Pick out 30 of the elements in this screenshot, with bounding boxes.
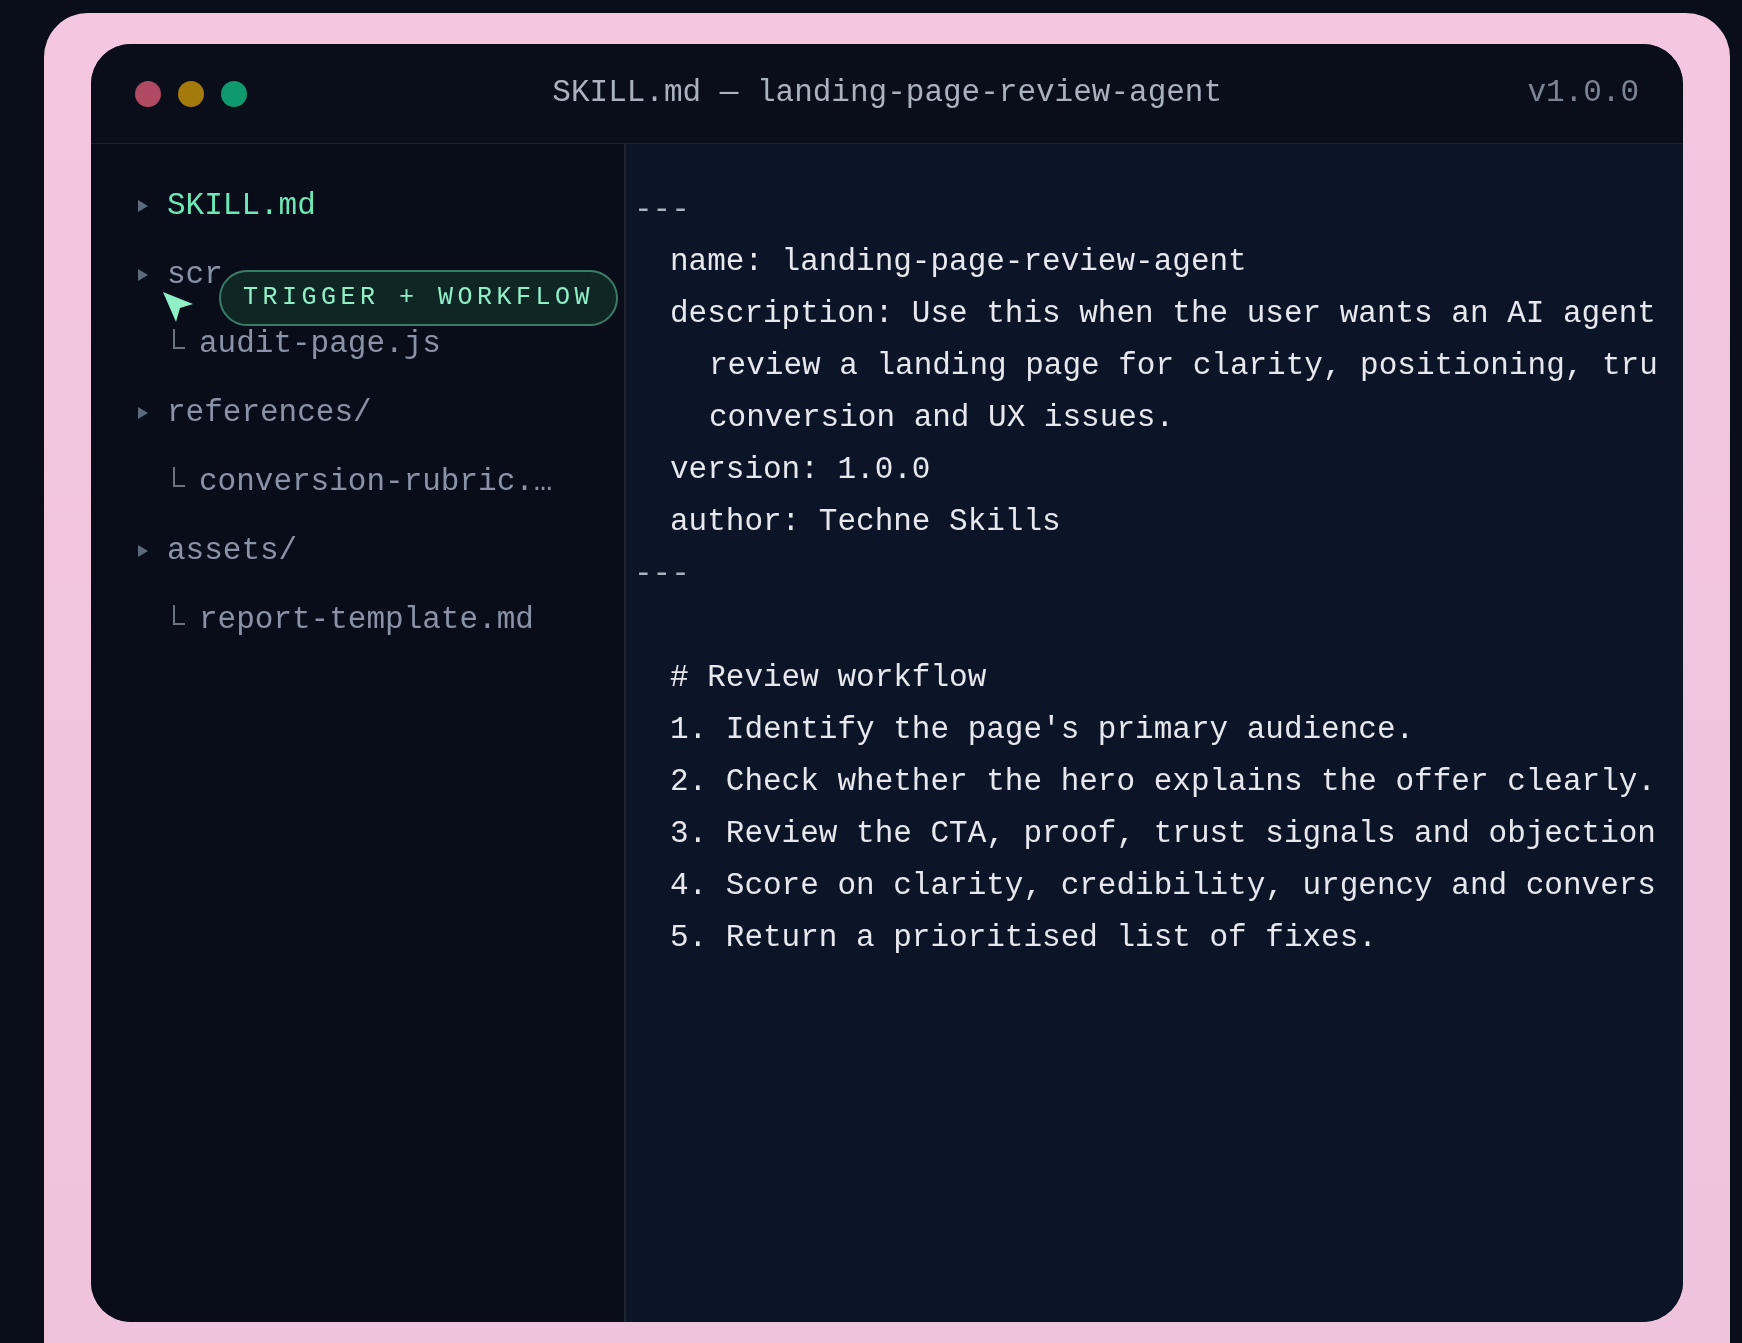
code-line: 5. Return a prioritised list of fixes. bbox=[670, 918, 1377, 957]
code-line: 1. Identify the page's primary audience. bbox=[670, 710, 1415, 749]
file-tree-item[interactable]: references/ bbox=[167, 389, 372, 437]
file-tree-item[interactable]: assets/ bbox=[167, 527, 298, 575]
file-tree-item[interactable]: SKILL.md bbox=[167, 182, 316, 230]
file-tree-item[interactable]: conversion-rubric.… bbox=[199, 458, 553, 506]
code-line: author: Techne Skills bbox=[670, 502, 1061, 541]
caret-icon bbox=[137, 544, 149, 558]
caret-icon bbox=[137, 268, 149, 282]
code-line: 4. Score on clarity, credibility, urgency and convers bbox=[670, 866, 1656, 905]
code-line: version: 1.0.0 bbox=[670, 450, 931, 489]
window-title: SKILL.md — landing-page-review-agent bbox=[552, 74, 1223, 113]
code-line: description: Use this when the user wants an AI agent bbox=[670, 294, 1656, 333]
cursor-icon bbox=[161, 290, 195, 324]
front-matter-rule: --- bbox=[634, 190, 690, 229]
code-line: review a landing page for clarity, positioning, tru bbox=[709, 346, 1658, 385]
code-line: name: landing-page-review-agent bbox=[670, 242, 1247, 281]
caret-icon bbox=[137, 199, 149, 213]
tree-branch-icon bbox=[173, 329, 185, 349]
code-line: conversion and UX issues. bbox=[709, 398, 1175, 437]
code-line: 3. Review the CTA, proof, trust signals and objection bbox=[670, 814, 1656, 853]
code-line: # Review workflow bbox=[670, 658, 987, 697]
file-tree-item[interactable]: report-template.md bbox=[199, 596, 534, 644]
front-matter-rule: --- bbox=[634, 554, 690, 593]
tree-branch-icon bbox=[173, 605, 185, 625]
code-line: 2. Check whether the hero explains the offer clearly. bbox=[670, 762, 1656, 801]
caret-icon bbox=[137, 406, 149, 420]
tree-branch-icon bbox=[173, 467, 185, 487]
version-label: v1.0.0 bbox=[1527, 74, 1639, 113]
trigger-tooltip: TRIGGER + WORKFLOW bbox=[219, 270, 619, 326]
